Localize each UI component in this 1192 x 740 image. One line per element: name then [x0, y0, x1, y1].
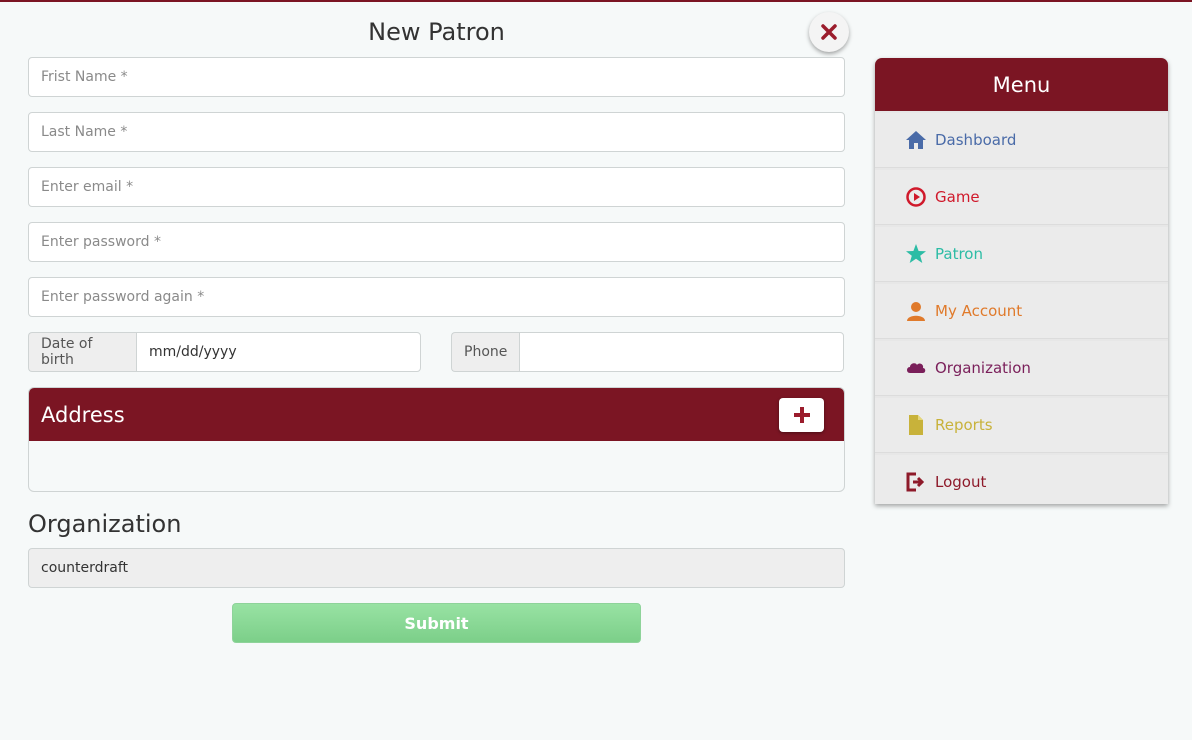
- last-name-input[interactable]: [28, 112, 845, 152]
- menu-item-reports[interactable]: Reports: [875, 398, 1168, 453]
- first-name-input[interactable]: [28, 57, 845, 97]
- side-menu: Menu Dashboard Game Patron My Account Or…: [875, 58, 1168, 504]
- menu-item-label: Organization: [935, 359, 1031, 377]
- menu-item-label: Logout: [935, 473, 987, 491]
- address-panel: Address: [28, 387, 845, 492]
- organization-field: counterdraft: [28, 548, 845, 588]
- phone-group: Phone: [451, 332, 844, 372]
- dob-group: Date of birth: [28, 332, 421, 372]
- user-icon: [905, 300, 927, 322]
- home-icon: [905, 129, 927, 151]
- phone-label: Phone: [451, 332, 519, 372]
- page-title: New Patron: [368, 18, 505, 46]
- top-accent-line: [0, 0, 1192, 2]
- logout-icon: [905, 471, 927, 493]
- menu-item-dashboard[interactable]: Dashboard: [875, 113, 1168, 168]
- plus-icon: [793, 407, 810, 423]
- organization-heading: Organization: [28, 510, 182, 538]
- dob-input[interactable]: [136, 332, 421, 372]
- password-input[interactable]: [28, 222, 845, 262]
- address-heading: Address: [41, 402, 125, 427]
- menu-title: Menu: [875, 58, 1168, 111]
- cloud-icon: [905, 357, 927, 379]
- menu-item-patron[interactable]: Patron: [875, 227, 1168, 282]
- menu-item-label: My Account: [935, 302, 1023, 320]
- menu-item-label: Game: [935, 188, 980, 206]
- menu-item-label: Reports: [935, 416, 993, 434]
- close-button[interactable]: [809, 12, 849, 52]
- star-icon: [905, 243, 927, 265]
- close-icon: [821, 24, 837, 40]
- email-input[interactable]: [28, 167, 845, 207]
- menu-item-my-account[interactable]: My Account: [875, 284, 1168, 339]
- address-header: Address: [29, 388, 844, 441]
- phone-input[interactable]: [519, 332, 844, 372]
- menu-item-label: Dashboard: [935, 131, 1017, 149]
- add-address-button[interactable]: [779, 398, 824, 432]
- password-again-input[interactable]: [28, 277, 845, 317]
- file-icon: [905, 414, 927, 436]
- play-circle-icon: [905, 186, 927, 208]
- menu-item-game[interactable]: Game: [875, 170, 1168, 225]
- menu-item-logout[interactable]: Logout: [875, 455, 1168, 504]
- dob-label: Date of birth: [28, 332, 136, 372]
- menu-item-organization[interactable]: Organization: [875, 341, 1168, 396]
- submit-button[interactable]: Submit: [232, 603, 641, 643]
- menu-item-label: Patron: [935, 245, 983, 263]
